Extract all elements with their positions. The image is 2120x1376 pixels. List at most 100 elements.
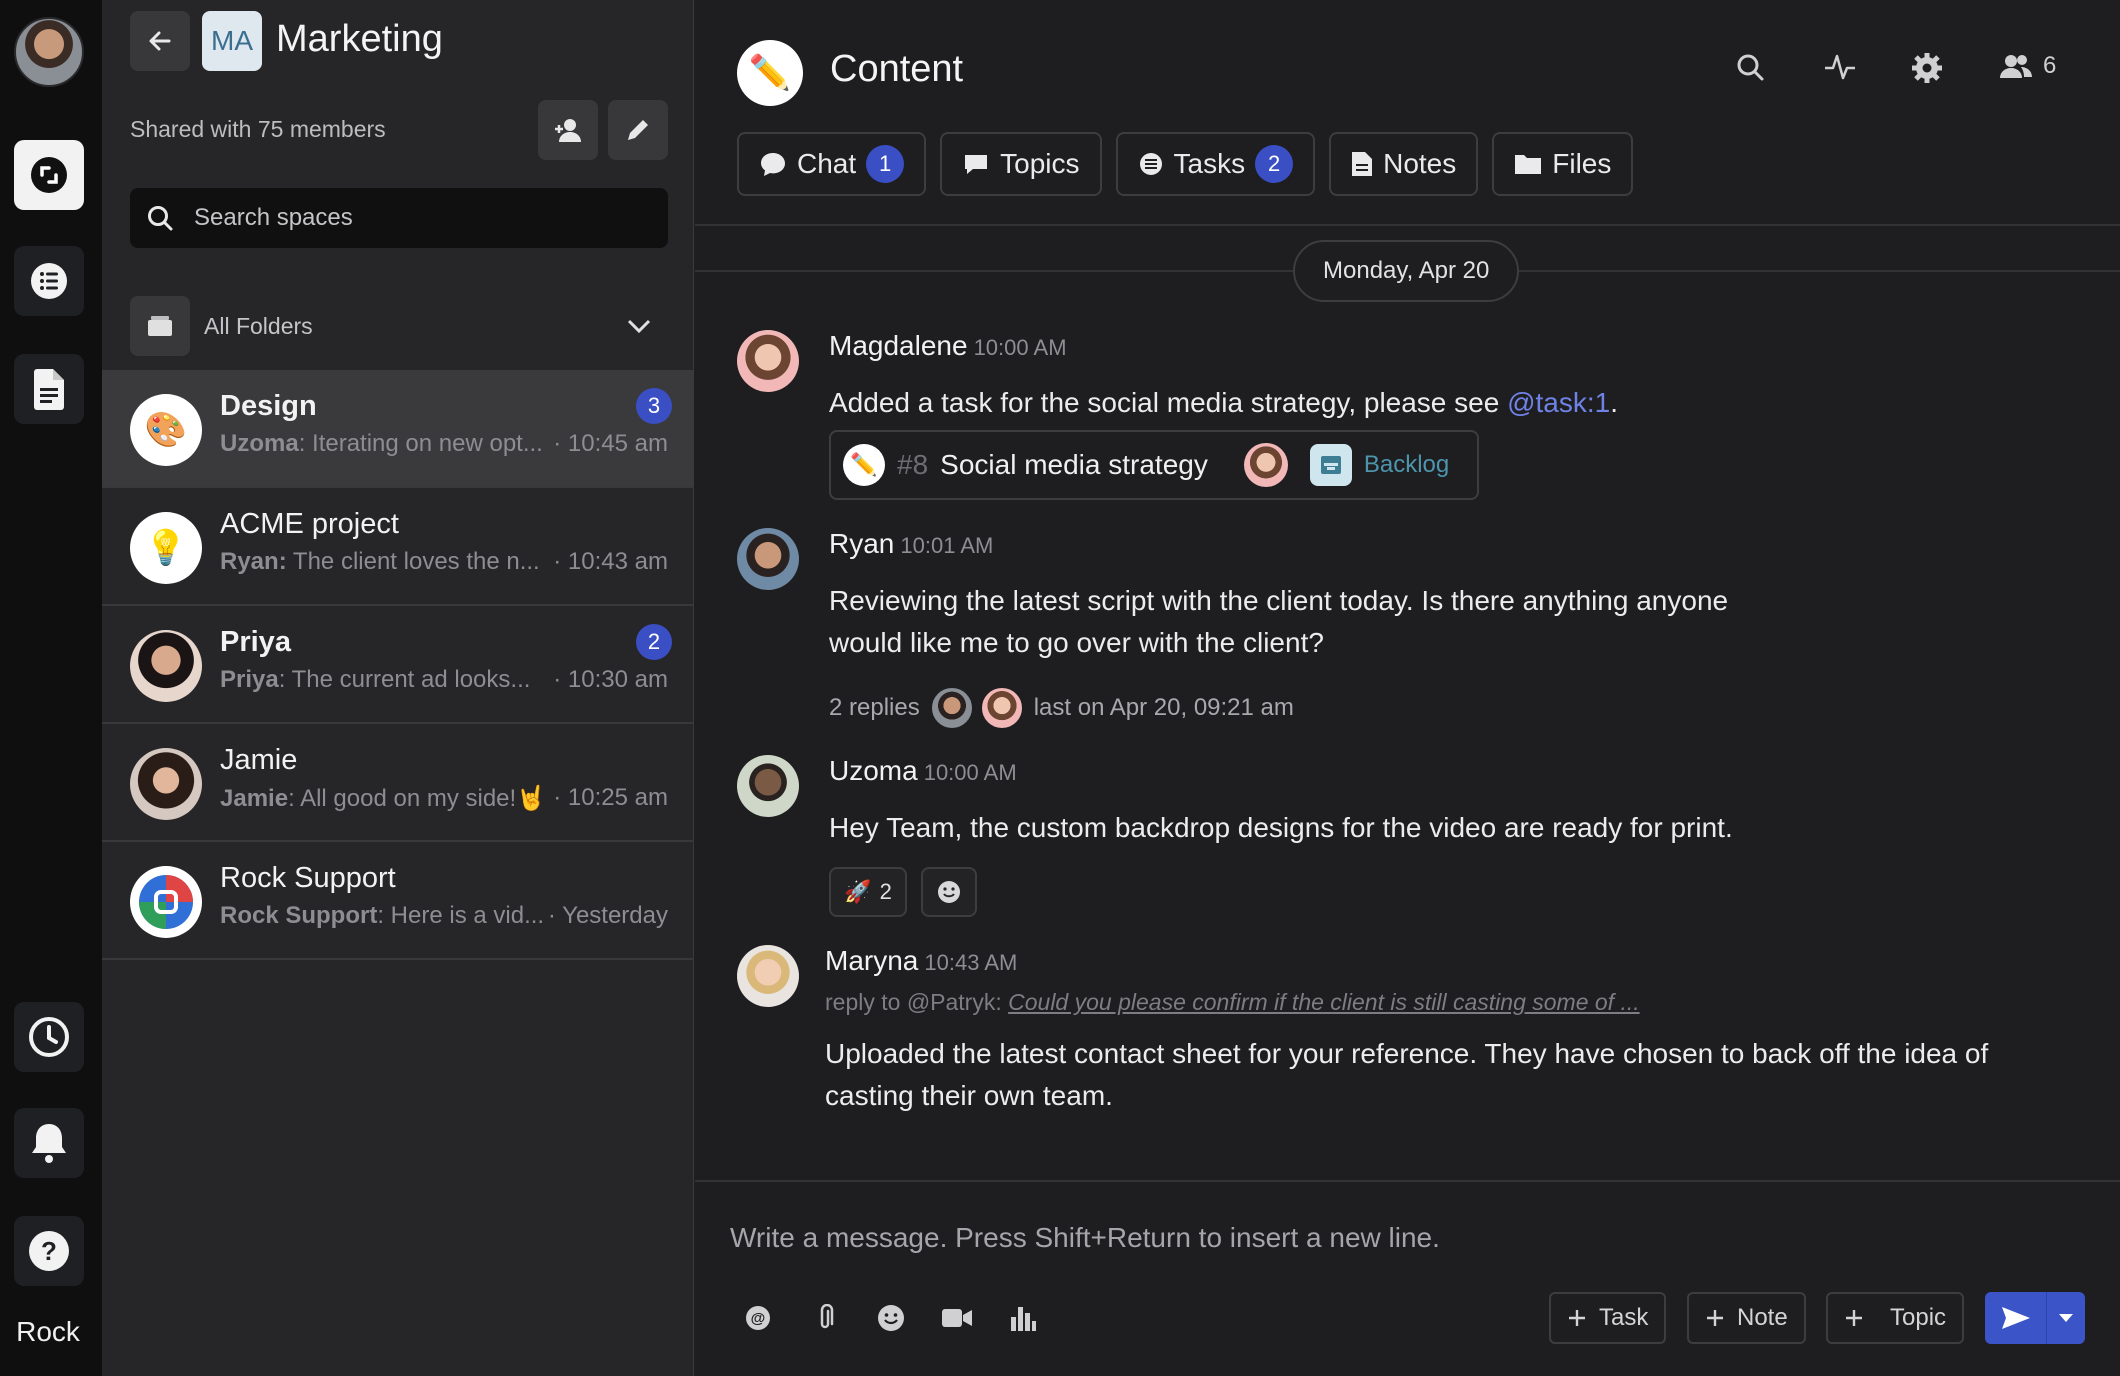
- space-item-name: Priya: [220, 626, 291, 658]
- space-item-name: Jamie: [220, 744, 298, 776]
- rocket-icon: 🚀: [844, 879, 872, 904]
- add-reaction-button[interactable]: [921, 867, 977, 917]
- svg-text:?: ?: [41, 1236, 57, 1266]
- document-icon[interactable]: [14, 354, 84, 424]
- spaces-icon[interactable]: [14, 140, 84, 210]
- edit-space-button[interactable]: [608, 100, 668, 160]
- users-icon: [2000, 55, 2032, 78]
- emoji-icon[interactable]: [873, 1300, 909, 1336]
- space-item-time: · 10:43 am: [553, 548, 668, 575]
- message-text: Reviewing the latest script with the cli…: [829, 585, 1729, 658]
- avatar[interactable]: [737, 330, 799, 392]
- search-icon: [1737, 54, 1764, 81]
- space-item-jamie[interactable]: Jamie Jamie: All good on my side!🤘 · 10:…: [102, 724, 694, 842]
- chevron-down-icon: [627, 319, 651, 334]
- divider: [695, 1180, 2120, 1182]
- unread-badge: 2: [636, 624, 672, 660]
- poll-icon[interactable]: [1005, 1300, 1041, 1336]
- task-status: Backlog: [1363, 451, 1450, 478]
- plus-icon: [1707, 1310, 1723, 1326]
- space-item-time: · 10:30 am: [553, 666, 668, 693]
- unread-badge: 3: [636, 388, 672, 424]
- rock-logo-icon: [130, 866, 202, 938]
- shared-members-text: Shared with 75 members: [130, 116, 386, 142]
- avatar: [130, 630, 202, 702]
- mention-icon[interactable]: @: [740, 1300, 776, 1336]
- add-member-button[interactable]: [538, 100, 598, 160]
- add-note-button[interactable]: Note: [1687, 1292, 1806, 1344]
- message: Uzoma 10:00 AM Hey Team, the custom backd…: [737, 755, 2037, 925]
- smiley-icon: [938, 881, 960, 903]
- search-button[interactable]: [1735, 52, 1765, 82]
- folder-icon: [1515, 155, 1542, 174]
- task-name: Social media strategy: [940, 449, 1208, 480]
- note-icon: [1352, 152, 1373, 176]
- space-item-rock-support[interactable]: Rock Support Rock Support: Here is a vid…: [102, 842, 694, 960]
- history-icon[interactable]: [14, 1002, 84, 1072]
- app-rail: ? Rock: [0, 0, 102, 1376]
- channel-title: Content: [830, 48, 964, 90]
- message-input[interactable]: Write a message. Press Shift+Return to i…: [730, 1222, 1440, 1254]
- activity-button[interactable]: [1823, 52, 1857, 82]
- space-item-acme-project[interactable]: 💡 ACME project Ryan: The client loves th…: [102, 488, 694, 606]
- list-icon[interactable]: [14, 246, 84, 316]
- space-item-name: Design: [220, 390, 317, 422]
- tab-chat[interactable]: Chat 1: [737, 132, 927, 196]
- send-options-chevron-icon[interactable]: [2047, 1313, 2085, 1323]
- search-placeholder: Search spaces: [194, 204, 353, 231]
- task-mention-link[interactable]: @task:1: [1507, 387, 1610, 418]
- message-text: Hey Team, the custom backdrop designs fo…: [829, 812, 1733, 843]
- folders-dropdown[interactable]: All Folders: [130, 296, 668, 356]
- avatar: [979, 686, 1024, 730]
- reply-quote[interactable]: reply to @Patryk: Could you please confi…: [825, 989, 1640, 1016]
- tab-count: 1: [866, 145, 905, 183]
- members-count: 6: [2043, 52, 2057, 79]
- message-text: Added a task for the social media strate…: [829, 387, 1619, 418]
- backlog-icon: [1309, 444, 1352, 486]
- task-card[interactable]: ✏️ #8 Social media strategy Backlog: [829, 430, 1479, 500]
- space-list: 🎨 Design Uzoma: Iterating on new opt... …: [102, 370, 694, 960]
- avatar[interactable]: [737, 755, 799, 817]
- bell-icon[interactable]: [14, 1108, 84, 1178]
- space-badge: MA: [202, 11, 262, 71]
- tab-count: 2: [1255, 145, 1294, 183]
- user-avatar[interactable]: [14, 17, 84, 87]
- tab-notes[interactable]: Notes: [1329, 132, 1479, 196]
- back-button[interactable]: [130, 11, 190, 71]
- task-number: #8: [897, 449, 929, 480]
- plus-icon: [1569, 1310, 1585, 1326]
- message: Magdalene 10:00 AM Added a task for the s…: [737, 330, 2037, 510]
- add-topic-button[interactable]: Topic: [1826, 1292, 1965, 1344]
- send-icon[interactable]: [1985, 1292, 2047, 1344]
- replies-last: last on Apr 20, 09:21 am: [1033, 694, 1294, 721]
- chat-bubble-icon: [761, 153, 785, 176]
- tab-files[interactable]: Files: [1492, 132, 1634, 196]
- search-input[interactable]: Search spaces: [130, 188, 668, 248]
- add-task-button[interactable]: Task: [1549, 1292, 1667, 1344]
- thread-replies[interactable]: 2 replies last on Apr 20, 09:21 am: [829, 686, 1294, 730]
- help-icon[interactable]: ?: [14, 1216, 84, 1286]
- reaction-rocket[interactable]: 🚀 2: [829, 867, 907, 917]
- space-item-name: ACME project: [220, 508, 399, 540]
- message-author: Uzoma 10:00 AM: [829, 755, 1017, 786]
- space-item-time: · Yesterday: [547, 902, 668, 929]
- avatar[interactable]: [737, 945, 799, 1007]
- tab-topics[interactable]: Topics: [940, 132, 1102, 196]
- members-button[interactable]: 6: [1999, 52, 2056, 80]
- space-item-design[interactable]: 🎨 Design Uzoma: Iterating on new opt... …: [102, 370, 694, 488]
- app-name: Rock: [16, 1316, 80, 1347]
- space-item-name: Rock Support: [220, 862, 396, 894]
- topics-icon: [965, 155, 988, 174]
- avatar[interactable]: [737, 528, 799, 590]
- send-button[interactable]: [1985, 1292, 2085, 1344]
- space-item-priya[interactable]: Priya Priya: The current ad looks... · 1…: [102, 606, 694, 724]
- spaces-panel: MA Marketing Shared with 75 members Sear…: [102, 0, 694, 1376]
- assignee-avatar: [1243, 443, 1288, 487]
- settings-button[interactable]: [1911, 52, 1943, 84]
- avatar: [929, 686, 974, 730]
- tab-tasks[interactable]: Tasks 2: [1115, 132, 1316, 196]
- attach-icon[interactable]: [807, 1300, 843, 1336]
- message-author: Ryan 10:01 AM: [829, 528, 994, 559]
- video-icon[interactable]: [939, 1300, 975, 1336]
- plus-icon: [1846, 1310, 1862, 1326]
